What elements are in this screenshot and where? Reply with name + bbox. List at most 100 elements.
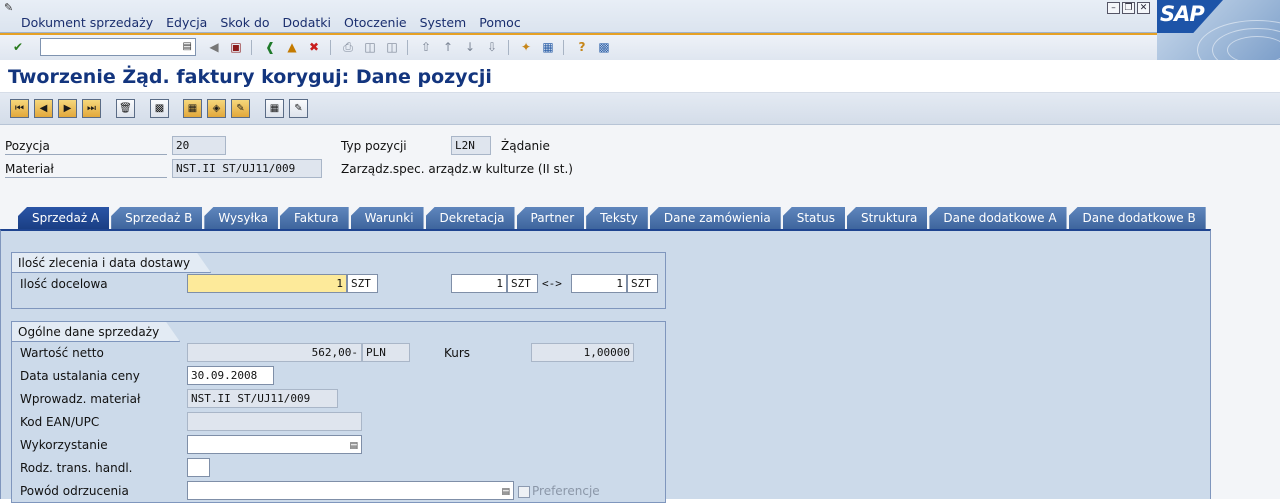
preferencje-label: Preferencje (532, 484, 600, 498)
calculator-icon[interactable]: ▦ (265, 99, 284, 118)
menu-item-system[interactable]: System (420, 15, 467, 30)
toolbar-separator (563, 40, 564, 55)
exit-icon[interactable]: ▲ (284, 39, 300, 55)
currency-field: PLN (362, 343, 410, 362)
pozycja-label: Pozycja (5, 139, 167, 155)
tab-sprzedaz-a[interactable]: Sprzedaż A (18, 207, 110, 229)
kurs-label: Kurs (444, 346, 471, 360)
next-item-icon[interactable]: ▶ (58, 99, 77, 118)
tab-wysylka[interactable]: Wysyłka (204, 207, 278, 229)
menu-item-dodatki[interactable]: Dodatki (283, 15, 331, 30)
item-overview-icon[interactable]: ▦ (183, 99, 202, 118)
ilosc-docelowa-label: Ilość docelowa (20, 277, 108, 291)
group-title: Ogólne dane sprzedaży (12, 322, 180, 342)
enter-icon[interactable]: ✔ (10, 39, 26, 55)
save-icon[interactable]: ▣ (228, 39, 244, 55)
command-field[interactable]: ▤ (40, 38, 196, 56)
restore-icon[interactable]: ❐ (1122, 2, 1135, 14)
tab-dane-dodatkowe-a[interactable]: Dane dodatkowe A (929, 207, 1067, 229)
tab-dane-zamowienia[interactable]: Dane zamówienia (649, 207, 781, 229)
system-menu-icon[interactable]: ✎ (4, 1, 18, 14)
find-icon[interactable]: ◫ (362, 39, 378, 55)
menu-item-otoczenie[interactable]: Otoczenie (344, 15, 407, 30)
material-description: Zarządz.spec. arządz.w kulturze (II st.) (341, 162, 573, 176)
page-title: Tworzenie Żąd. faktury koryguj: Dane poz… (8, 66, 492, 88)
material-field: NST.II ST/UJ11/009 (172, 159, 322, 178)
close-icon[interactable]: ✕ (1137, 2, 1150, 14)
previous-item-icon[interactable]: ◀ (34, 99, 53, 118)
tab-partner[interactable]: Partner (516, 207, 585, 229)
first-page-icon[interactable]: ⇧ (418, 39, 434, 55)
kod-ean-field (187, 412, 362, 431)
rodz-trans-handl-input[interactable] (187, 458, 210, 477)
layout-icon[interactable]: ▩ (596, 39, 612, 55)
preferencje-checkbox[interactable] (518, 486, 530, 498)
wykorzystanie-input[interactable]: ▤ (187, 435, 362, 454)
wykorzystanie-label: Wykorzystanie (20, 438, 108, 452)
value-help-icon[interactable]: ▤ (349, 438, 358, 455)
item-conditions-icon[interactable]: ◈ (207, 99, 226, 118)
application-toolbar: ⏮ ◀ ▶ ⏭ 🗑 ▩ ▦ ◈ ✎ ▦ ✎ (0, 93, 1280, 125)
display-document-icon[interactable]: ▩ (150, 99, 169, 118)
help-icon[interactable]: ? (574, 39, 590, 55)
title-bar: Tworzenie Żąd. faktury koryguj: Dane poz… (0, 60, 1280, 93)
tab-dekretacja[interactable]: Dekretacja (425, 207, 515, 229)
tab-warunki[interactable]: Warunki (350, 207, 424, 229)
first-item-icon[interactable]: ⏮ (10, 99, 29, 118)
history-icon[interactable]: ▤ (183, 41, 192, 52)
next-page-icon[interactable]: ↓ (462, 39, 478, 55)
print-icon[interactable]: ⎙ (340, 39, 356, 55)
tab-status[interactable]: Status (782, 207, 845, 229)
logo-text: SAP (1160, 2, 1205, 26)
menu-item-dokument-sprzedazy[interactable]: Dokument sprzedaży (21, 15, 153, 30)
rodz-trans-handl-label: Rodz. trans. handl. (20, 461, 133, 475)
conversion-left-value[interactable]: 1 (451, 274, 507, 293)
conversion-left-unit: SZT (507, 274, 538, 293)
powod-odrzucenia-input[interactable]: ▤ (187, 481, 514, 500)
minimize-icon[interactable]: – (1107, 2, 1120, 14)
back-icon[interactable]: ❰ (262, 39, 278, 55)
toolbar-separator (407, 40, 408, 55)
wartosc-netto-label: Wartość netto (20, 346, 104, 360)
shortcut-icon[interactable]: ▦ (540, 39, 556, 55)
tab-struktura[interactable]: Struktura (846, 207, 928, 229)
typ-pozycji-field: L2N (451, 136, 491, 155)
toolbar-separator (251, 40, 252, 55)
last-item-icon[interactable]: ⏭ (82, 99, 101, 118)
typ-pozycji-text: Żądanie (501, 139, 550, 153)
kurs-field: 1,00000 (531, 343, 634, 362)
cancel-icon[interactable]: ✖ (306, 39, 322, 55)
data-ustalania-ceny-label: Data ustalania ceny (20, 369, 140, 383)
tab-teksty[interactable]: Teksty (586, 207, 648, 229)
tab-dane-dodatkowe-b[interactable]: Dane dodatkowe B (1068, 207, 1206, 229)
menu-item-skok-do[interactable]: Skok do (220, 15, 269, 30)
main-menu: Dokument sprzedaży Edycja Skok do Dodatk… (21, 15, 534, 30)
conversion-right-value[interactable]: 1 (571, 274, 627, 293)
command-input[interactable] (41, 39, 179, 55)
delete-icon[interactable]: 🗑 (116, 99, 135, 118)
pozycja-field: 20 (172, 136, 226, 155)
change-icon[interactable]: ✎ (289, 99, 308, 118)
prev-page-icon[interactable]: ↑ (440, 39, 456, 55)
menu-item-pomoc[interactable]: Pomoc (479, 15, 520, 30)
wprowadz-material-field: NST.II ST/UJ11/009 (187, 389, 338, 408)
data-ustalania-ceny-input[interactable]: 30.09.2008 (187, 366, 274, 385)
sap-logo: SAP (1157, 0, 1280, 60)
tab-sprzedaz-b[interactable]: Sprzedaż B (111, 207, 203, 229)
new-session-icon[interactable]: ✦ (518, 39, 534, 55)
tab-faktura[interactable]: Faktura (279, 207, 349, 229)
wprowadz-material-label: Wprowadz. materiał (20, 392, 141, 406)
group-title: Ilość zlecenia i data dostawy (12, 253, 211, 273)
last-page-icon[interactable]: ⇩ (484, 39, 500, 55)
toolbar-separator (508, 40, 509, 55)
material-label: Materiał (5, 162, 167, 178)
value-help-icon[interactable]: ▤ (501, 484, 510, 501)
menu-item-edycja[interactable]: Edycja (166, 15, 207, 30)
find-next-icon[interactable]: ◫ (384, 39, 400, 55)
tab-strip: Sprzedaż A Sprzedaż B Wysyłka Faktura Wa… (18, 207, 1208, 229)
history-back-icon[interactable]: ◀ (206, 39, 222, 55)
ilosc-docelowa-input[interactable]: 1 (187, 274, 347, 293)
standard-toolbar: ✔ ▤ ◀ ▣ ❰ ▲ ✖ ⎙ ◫ ◫ ⇧ ↑ ↓ ⇩ ✦ ▦ ? ▩ (0, 33, 1157, 60)
menu-bar: ✎ Dokument sprzedaży Edycja Skok do Doda… (0, 0, 1280, 33)
header-details-icon[interactable]: ✎ (231, 99, 250, 118)
